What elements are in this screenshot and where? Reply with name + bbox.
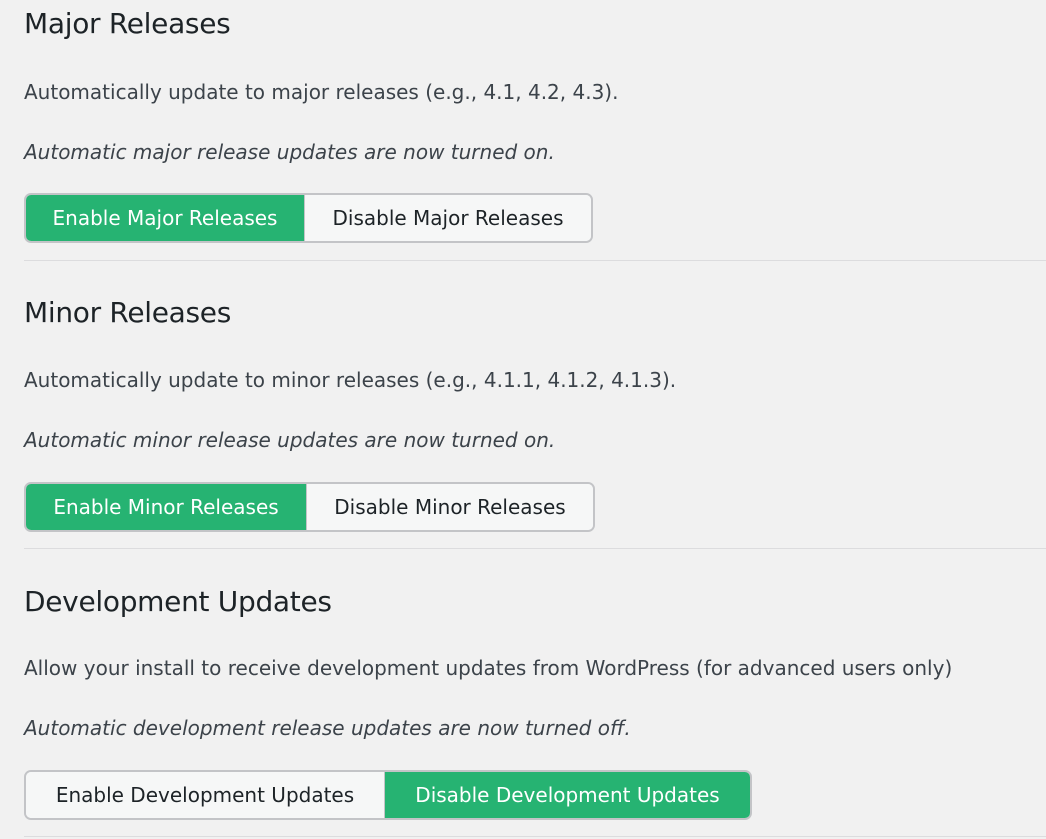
section-divider: [24, 836, 1046, 837]
enable-development-updates-button[interactable]: Enable Development Updates: [26, 772, 384, 818]
enable-major-releases-button[interactable]: Enable Major Releases: [26, 195, 304, 241]
major-releases-toggle-group: Enable Major Releases Disable Major Rele…: [24, 193, 593, 243]
section-divider: [24, 548, 1046, 549]
development-updates-description: Allow your install to receive developmen…: [24, 656, 953, 680]
disable-development-updates-button[interactable]: Disable Development Updates: [384, 772, 750, 818]
minor-releases-toggle-group: Enable Minor Releases Disable Minor Rele…: [24, 482, 595, 532]
enable-minor-releases-button[interactable]: Enable Minor Releases: [26, 484, 306, 530]
major-releases-status: Automatic major release updates are now …: [24, 140, 555, 164]
section-divider: [24, 260, 1046, 261]
minor-releases-title: Minor Releases: [24, 296, 232, 329]
major-releases-description: Automatically update to major releases (…: [24, 80, 619, 104]
major-releases-title: Major Releases: [24, 7, 231, 40]
minor-releases-description: Automatically update to minor releases (…: [24, 368, 677, 392]
disable-major-releases-button[interactable]: Disable Major Releases: [304, 195, 591, 241]
development-updates-toggle-group: Enable Development Updates Disable Devel…: [24, 770, 752, 820]
development-updates-status: Automatic development release updates ar…: [24, 716, 631, 740]
disable-minor-releases-button[interactable]: Disable Minor Releases: [306, 484, 593, 530]
minor-releases-status: Automatic minor release updates are now …: [24, 428, 556, 452]
development-updates-title: Development Updates: [24, 585, 332, 618]
